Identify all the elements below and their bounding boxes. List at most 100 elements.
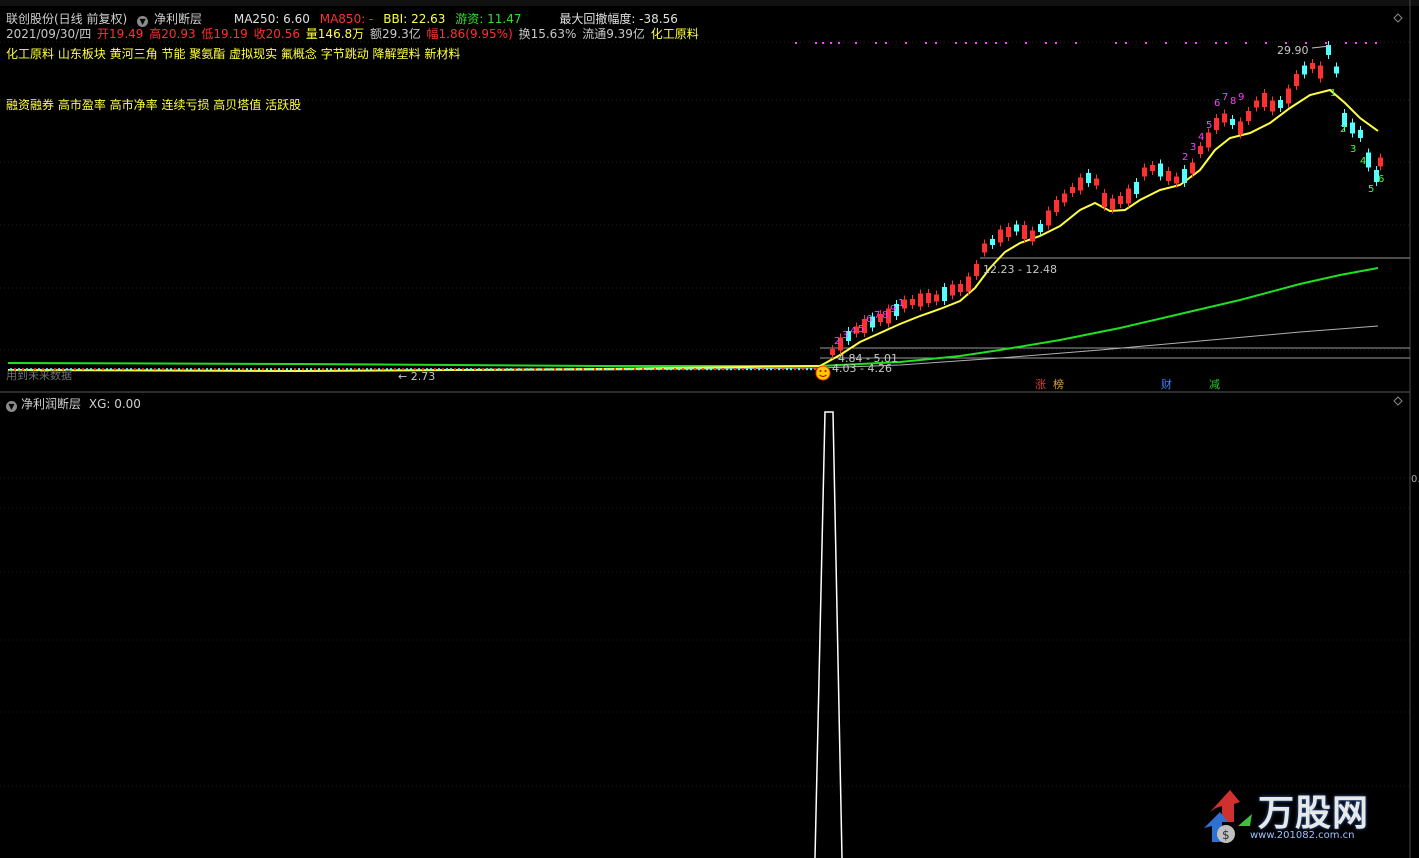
candle [226,368,228,371]
candle [470,368,472,371]
concept-tags-line2: 融资融券 高市盈率 高市净率 连续亏损 高贝塔值 活跃股 [6,98,302,112]
candle [1158,163,1163,177]
candle [386,368,388,371]
candle [726,368,728,371]
candle [450,368,452,371]
marker-dot [905,42,907,44]
candle [614,368,616,371]
candle [366,368,368,371]
candle [1030,230,1035,242]
candle [474,368,476,371]
indicator-name[interactable]: 净利断层 [154,12,202,26]
event-tag-finance[interactable]: 财 [1160,378,1173,391]
watermark-arrow-icon: $ [1204,790,1252,843]
candle [214,368,216,371]
max-drawdown: 最大回撤幅度: -38.56 [559,12,678,26]
event-tag-text: 涨 [1035,378,1046,391]
candle [1318,65,1323,79]
candle [1198,146,1203,154]
candle [222,368,224,371]
marker-dot [985,42,987,44]
candle [162,368,164,371]
count-up-label: 8 [882,310,888,321]
candle [982,243,987,253]
candle [198,368,200,371]
candle [86,368,88,371]
candle [814,368,816,371]
event-tag-limit-up[interactable]: 涨 [1034,378,1047,391]
marker-dot [855,42,857,44]
candle [250,368,252,371]
candle [690,368,692,371]
count-down-label: 1 [1330,88,1336,99]
count-up-label: 7 [1222,92,1228,103]
marker-dot [1245,42,1247,44]
candle [174,368,176,371]
candle [586,368,588,371]
signal-face-icon [815,365,831,381]
candle [494,368,496,371]
candle [138,368,140,371]
count-up-label: 4 [1198,132,1204,143]
candle [618,368,620,371]
quote-low: 低19.19 [201,27,248,41]
marker-dot [1125,42,1127,44]
candle [1022,225,1027,239]
candle [1350,122,1355,134]
candle [1014,224,1019,232]
candle [1118,196,1123,204]
quote-industry[interactable]: 化工原料 [651,27,699,41]
svg-text:$: $ [1222,828,1230,842]
ma-green-line [7,267,1379,367]
candle [1110,198,1115,210]
candle [526,368,528,371]
event-tag-reduce[interactable]: 减 [1208,378,1221,391]
count-down-label: 5 [1368,184,1374,195]
candle [1286,88,1291,104]
count-up-label: 3 [842,330,848,341]
candle [990,239,995,245]
candle [1102,193,1107,207]
marker-dot [1265,42,1267,44]
dropdown-circle-icon[interactable]: ▼ [6,401,17,412]
candle [998,229,1003,243]
candle [246,368,248,371]
marker-dot [795,42,797,44]
candle [346,368,348,371]
candle [322,368,324,371]
candle [1262,93,1267,107]
candle [254,368,256,371]
candle [546,368,548,371]
candle [654,368,656,371]
candle [146,368,148,371]
candle [150,368,152,371]
candle [190,368,192,371]
candle [1278,100,1283,108]
candle [78,368,80,371]
candle [1078,177,1083,191]
candle [1302,65,1307,75]
stock-name[interactable]: 联创股份(日线 前复权) [6,12,127,26]
candle [182,368,184,371]
candle [178,368,180,371]
candle [754,368,756,371]
xg-value: XG: 0.00 [88,397,141,411]
sub-panel-title[interactable]: 净利润断层 [21,397,81,411]
candle [390,368,392,371]
candle [522,368,524,371]
event-tag-list[interactable]: 榜 [1052,378,1065,391]
candle [490,368,492,371]
quote-change: 幅1.86(9.95%) [426,27,513,41]
marker-dot [955,42,957,44]
candle [442,368,444,371]
quote-date: 2021/09/30/四 [6,27,92,41]
count-up-label: 3 [1190,142,1196,153]
candle [350,368,352,371]
candle [746,368,748,371]
candle [186,368,188,371]
marker-dot [1075,42,1077,44]
candle [242,368,244,371]
candle [934,294,939,302]
expand-diamond-icon [1393,13,1403,23]
candle [1254,100,1259,108]
